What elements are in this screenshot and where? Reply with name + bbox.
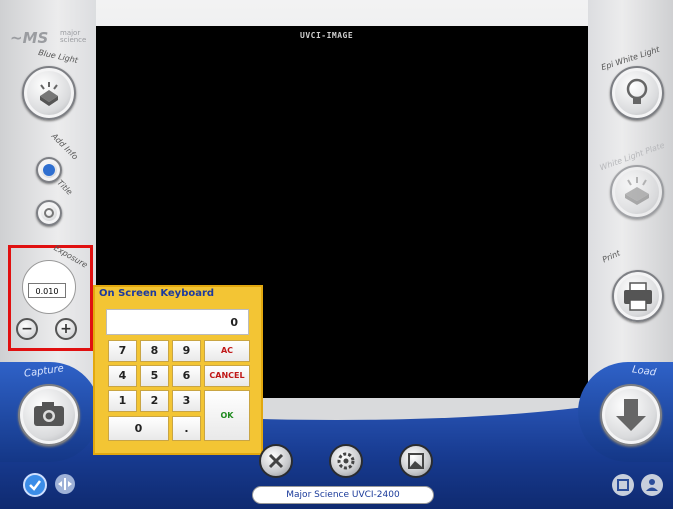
toggle-on-indicator — [43, 164, 55, 176]
exposure-plus-button[interactable]: + — [55, 318, 77, 340]
compare-button[interactable] — [55, 474, 75, 494]
keyboard-title: On Screen Keyboard — [99, 288, 215, 299]
epi-white-light-button[interactable] — [610, 66, 664, 120]
viewer-title: UVCI-IMAGE — [300, 31, 354, 40]
image-icon — [408, 453, 424, 469]
title-toggle[interactable] — [36, 200, 62, 226]
image-button[interactable] — [399, 444, 433, 478]
key-ok[interactable]: OK — [204, 390, 250, 441]
light-box-icon — [40, 82, 58, 106]
printer-icon — [624, 282, 652, 311]
key-9[interactable]: 9 — [172, 340, 201, 362]
user-button[interactable] — [641, 474, 663, 496]
down-arrow-icon — [616, 399, 646, 431]
load-button[interactable] — [600, 384, 662, 446]
key-8[interactable]: 8 — [140, 340, 169, 362]
key-2[interactable]: 2 — [140, 390, 169, 412]
user-icon — [646, 479, 658, 491]
key-6[interactable]: 6 — [172, 365, 201, 387]
key-ac[interactable]: AC — [204, 340, 250, 362]
bulb-icon — [626, 78, 648, 104]
keyboard-display: 0 — [106, 309, 249, 335]
logo-text-science: science — [60, 36, 87, 44]
compare-icon — [58, 478, 72, 490]
tools-icon — [268, 453, 284, 469]
print-button[interactable] — [612, 270, 664, 322]
white-light-plate-button[interactable] — [610, 165, 664, 219]
key-cancel[interactable]: CANCEL — [204, 365, 250, 387]
key-5[interactable]: 5 — [140, 365, 169, 387]
blue-light-button[interactable] — [22, 66, 76, 120]
camera-icon — [34, 402, 64, 426]
add-info-toggle[interactable] — [36, 157, 62, 183]
check-icon — [29, 480, 41, 491]
tools-button[interactable] — [259, 444, 293, 478]
plate-icon — [625, 177, 649, 205]
key-0[interactable]: 0 — [108, 416, 169, 441]
settings-button[interactable] — [329, 444, 363, 478]
save-icon — [617, 479, 629, 491]
confirm-button[interactable] — [23, 473, 47, 497]
brand-logo: ~MS — [10, 28, 48, 47]
device-status-pill: Major Science UVCI-2400 — [252, 486, 434, 504]
key-7[interactable]: 7 — [108, 340, 137, 362]
exposure-input[interactable]: 0.010 — [28, 283, 66, 298]
exposure-minus-button[interactable]: − — [16, 318, 38, 340]
toggle-off-indicator — [44, 208, 54, 218]
key-4[interactable]: 4 — [108, 365, 137, 387]
gear-icon — [337, 452, 355, 470]
key-dot[interactable]: . — [172, 416, 201, 441]
capture-button[interactable] — [18, 384, 80, 446]
key-1[interactable]: 1 — [108, 390, 137, 412]
key-3[interactable]: 3 — [172, 390, 201, 412]
logo-symbol: ~MS — [10, 29, 49, 47]
save-button[interactable] — [612, 474, 634, 496]
